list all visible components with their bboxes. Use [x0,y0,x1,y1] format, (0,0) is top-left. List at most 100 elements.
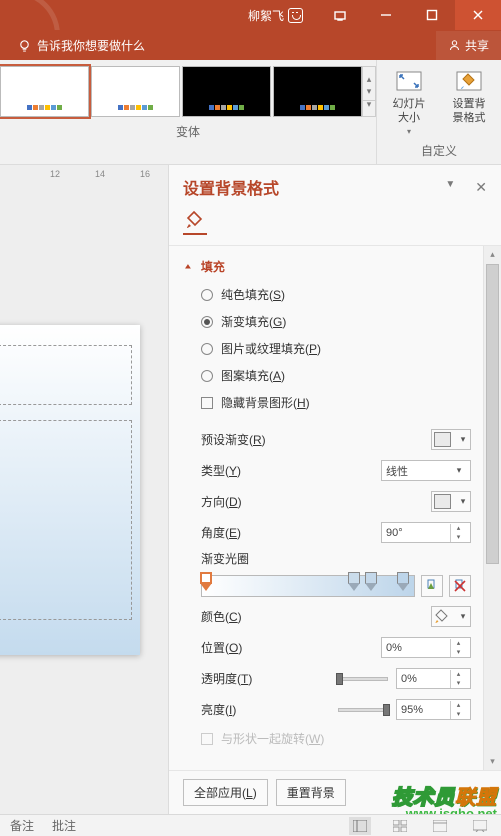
spin-up-icon[interactable]: ▴ [451,524,466,533]
gradient-stops-row [183,571,471,601]
pane-options-button[interactable]: ▼ [445,179,455,196]
color-row: 颜色(C) ▾ [183,601,471,632]
slide-size-label: 幻灯片 大小 [393,98,426,126]
custom-group-label: 自定义 [421,136,457,165]
gradient-fill-radio[interactable]: 渐变填充(G) [183,308,471,335]
angle-spinner[interactable]: 90°▴▾ [381,522,471,543]
preset-gradient-row: 预设渐变(R) ▾ [183,424,471,455]
direction-row: 方向(D) ▾ [183,486,471,517]
spin-up-icon[interactable]: ▴ [451,639,466,648]
status-bar: 备注 批注 [0,814,501,836]
radio-label: 图片或纹理填充(P) [221,340,321,357]
picture-fill-radio[interactable]: 图片或纹理填充(P) [183,335,471,362]
spin-up-icon[interactable]: ▴ [451,701,466,710]
scroll-up-icon[interactable]: ▴ [484,246,501,263]
pane-close-button[interactable]: ✕ [475,179,487,196]
spin-down-icon[interactable]: ▾ [451,710,466,719]
variant-thumb-2[interactable] [91,66,180,117]
fill-tab[interactable] [183,211,207,235]
share-icon [448,39,461,52]
apply-all-button[interactable]: 全部应用(L) [183,779,268,806]
color-picker[interactable]: ▾ [431,606,471,627]
type-combo[interactable]: 线性▾ [381,460,471,481]
spin-up-icon[interactable]: ▴ [451,670,466,679]
spin-down-icon[interactable]: ▾ [451,533,466,542]
tellme-text[interactable]: 告诉我你想要做什么 [37,37,145,54]
scroll-down-icon[interactable]: ▾ [484,753,501,770]
position-spinner[interactable]: 0%▴▾ [381,637,471,658]
pane-body: ▲填充 纯色填充(S) 渐变填充(G) 图片或纹理填充(P) 图案填充(A) 隐… [169,246,501,770]
checkbox-label: 与形状一起旋转(W) [221,730,324,747]
tellme-bar: 告诉我你想要做什么 共享 [0,30,501,60]
horizontal-ruler: 12 14 16 [0,165,168,185]
format-background-label: 设置背 景格式 [453,98,486,126]
spin-down-icon[interactable]: ▾ [451,679,466,688]
sorter-view-button[interactable] [389,817,411,835]
notes-button[interactable]: 备注 [10,817,34,834]
gradient-stop-4[interactable] [397,572,409,602]
maximize-button[interactable] [409,0,455,30]
ribbon-options-button[interactable] [317,0,363,30]
slide-preview[interactable] [0,325,140,655]
content-placeholder[interactable] [0,420,132,620]
pane-header: 设置背景格式 ▼ ✕ [169,165,501,205]
hide-bg-graphics-checkbox[interactable]: 隐藏背景图形(H) [183,389,471,416]
preset-gradient-picker[interactable]: ▾ [431,429,471,450]
paint-bucket-icon [185,210,205,230]
transparency-value: 0% [401,673,450,685]
radio-label: 图案填充(A) [221,367,285,384]
pattern-fill-radio[interactable]: 图案填充(A) [183,362,471,389]
share-button[interactable]: 共享 [436,31,501,60]
pane-scrollbar[interactable]: ▴ ▾ [483,246,501,770]
direction-picker[interactable]: ▾ [431,491,471,512]
brightness-spinner[interactable]: 95%▴▾ [396,699,471,720]
gradient-stop-2[interactable] [348,572,360,602]
slide-size-button[interactable]: 幻灯片 大小 ▾ [385,66,433,136]
add-stop-button[interactable] [421,575,443,597]
normal-view-button[interactable] [349,817,371,835]
variants-more-button[interactable]: ▴▾▾ [362,66,376,117]
format-background-button[interactable]: 设置背 景格式 [445,66,493,136]
close-button[interactable] [455,0,501,30]
share-label: 共享 [465,37,489,54]
minimize-button[interactable] [363,0,409,30]
rotate-with-shape-checkbox: 与形状一起旋转(W) [183,725,471,752]
position-label: 位置(O) [201,639,381,656]
brightness-label: 亮度(I) [201,701,330,718]
workspace: 12 14 16 设置背景格式 ▼ ✕ ▲填充 纯色填充(S) [0,165,501,814]
swatch-icon [434,432,451,447]
checkbox-label: 隐藏背景图形(H) [221,394,310,411]
transparency-spinner[interactable]: 0%▴▾ [396,668,471,689]
type-value: 线性 [386,463,452,479]
solid-fill-radio[interactable]: 纯色填充(S) [183,281,471,308]
radio-icon [201,316,213,328]
checkbox-icon [201,733,213,745]
lightbulb-icon [18,39,31,52]
checkbox-icon [201,397,213,409]
reading-view-button[interactable] [429,817,451,835]
gradient-stops-bar[interactable] [201,575,415,597]
gradient-stop-3[interactable] [365,572,377,602]
variants-group-label: 变体 [0,117,376,146]
comments-button[interactable]: 批注 [52,817,76,834]
fill-section-header[interactable]: ▲填充 [183,252,471,281]
fill-section-label: 填充 [201,258,225,275]
title-placeholder[interactable] [0,345,132,405]
radio-icon [201,343,213,355]
scrollbar-thumb[interactable] [486,264,499,564]
variant-thumb-1[interactable] [0,66,89,117]
variant-thumb-4[interactable] [273,66,362,117]
reset-background-button[interactable]: 重置背景 [276,779,346,806]
slider-thumb[interactable] [383,704,390,716]
remove-stop-button[interactable] [449,575,471,597]
variant-thumb-3[interactable] [182,66,271,117]
swatch-icon [434,494,451,509]
preset-label: 预设渐变(R) [201,431,431,448]
gradient-stop-1[interactable] [200,572,212,602]
user-avatar-icon[interactable] [288,8,303,23]
spin-down-icon[interactable]: ▾ [451,648,466,657]
brightness-slider[interactable] [338,708,388,712]
transparency-slider[interactable] [338,677,388,681]
slideshow-button[interactable] [469,817,491,835]
slider-thumb[interactable] [336,673,343,685]
